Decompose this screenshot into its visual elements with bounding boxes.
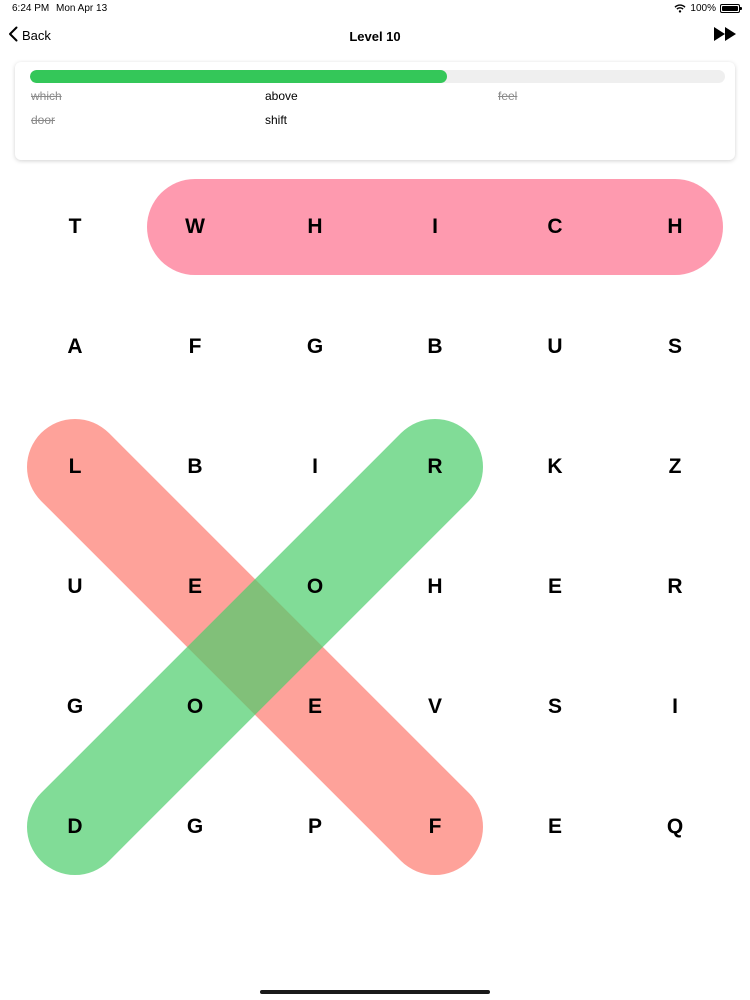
letter-cell[interactable]: G bbox=[255, 287, 375, 407]
letter-cell[interactable]: E bbox=[135, 527, 255, 647]
letter-cell[interactable]: H bbox=[375, 527, 495, 647]
letter-cell[interactable]: E bbox=[255, 647, 375, 767]
letter-cell[interactable]: B bbox=[135, 407, 255, 527]
letter-grid[interactable]: TWHICHAFGBUSLBIRKZUEOHERGOEVSIDGPFEQ bbox=[15, 167, 735, 887]
letter-cell[interactable]: C bbox=[495, 167, 615, 287]
fast-forward-icon bbox=[714, 27, 736, 45]
letter-cell[interactable]: I bbox=[615, 647, 735, 767]
skip-level-button[interactable] bbox=[714, 27, 736, 46]
letter-cell[interactable]: H bbox=[615, 167, 735, 287]
letter-cell[interactable]: E bbox=[495, 527, 615, 647]
letter-cell[interactable]: Q bbox=[615, 767, 735, 887]
letter-cell[interactable]: O bbox=[255, 527, 375, 647]
letter-cell[interactable]: I bbox=[255, 407, 375, 527]
letter-cell[interactable]: B bbox=[375, 287, 495, 407]
word-item: shift bbox=[265, 113, 288, 127]
letter-cell[interactable]: V bbox=[375, 647, 495, 767]
wifi-icon bbox=[674, 4, 686, 13]
letter-cell[interactable]: T bbox=[15, 167, 135, 287]
letter-cell[interactable]: F bbox=[135, 287, 255, 407]
status-indicators: 100% bbox=[674, 3, 742, 14]
letter-cell[interactable]: H bbox=[255, 167, 375, 287]
letter-cell[interactable]: Z bbox=[615, 407, 735, 527]
letter-cell[interactable]: E bbox=[495, 767, 615, 887]
letter-cell[interactable]: I bbox=[375, 167, 495, 287]
letter-cell[interactable]: G bbox=[135, 767, 255, 887]
status-date: Mon Apr 13 bbox=[56, 3, 108, 14]
letter-cell[interactable]: K bbox=[495, 407, 615, 527]
letter-cell[interactable]: F bbox=[375, 767, 495, 887]
letter-cell[interactable]: D bbox=[15, 767, 135, 887]
letter-cell[interactable]: S bbox=[495, 647, 615, 767]
letter-cell[interactable]: U bbox=[495, 287, 615, 407]
game-screen: 6:24 PM Mon Apr 13 100% Back Level 10 wh… bbox=[0, 0, 750, 1000]
nav-bar: Back Level 10 bbox=[0, 20, 750, 54]
battery-icon bbox=[720, 4, 742, 13]
status-time: 6:24 PM bbox=[12, 3, 50, 14]
letter-cell[interactable]: P bbox=[255, 767, 375, 887]
letter-cell[interactable]: S bbox=[615, 287, 735, 407]
status-bar: 6:24 PM Mon Apr 13 100% bbox=[0, 0, 750, 18]
level-title: Level 10 bbox=[349, 29, 401, 44]
letter-cell[interactable]: W bbox=[135, 167, 255, 287]
letter-cell[interactable]: A bbox=[15, 287, 135, 407]
word-item: above bbox=[265, 89, 298, 103]
letter-cell[interactable]: G bbox=[15, 647, 135, 767]
word-item: feel bbox=[498, 89, 518, 103]
home-indicator[interactable] bbox=[260, 990, 490, 994]
battery-percent: 100% bbox=[690, 3, 716, 14]
word-list-panel: which above feel door shift bbox=[15, 62, 735, 160]
progress-fill bbox=[30, 70, 447, 83]
letter-cell[interactable]: L bbox=[15, 407, 135, 527]
word-item: which bbox=[31, 89, 62, 103]
letter-cell[interactable]: O bbox=[135, 647, 255, 767]
letter-cell[interactable]: R bbox=[615, 527, 735, 647]
letter-cell[interactable]: U bbox=[15, 527, 135, 647]
word-item: door bbox=[31, 113, 56, 127]
progress-bar bbox=[30, 70, 725, 83]
letter-cell[interactable]: R bbox=[375, 407, 495, 527]
